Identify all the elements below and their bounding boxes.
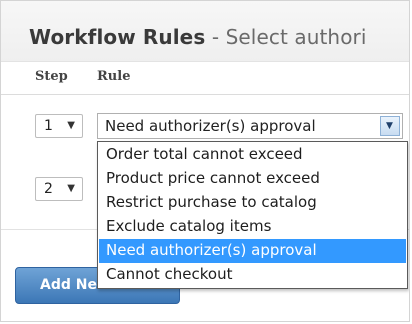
- step-select-row-1[interactable]: 1 ▼: [35, 114, 83, 138]
- rule-select-value: Need authorizer(s) approval: [105, 117, 316, 135]
- chevron-down-icon: ▼: [67, 120, 75, 131]
- rule-select-row-1[interactable]: Need authorizer(s) approval ▼: [97, 113, 403, 139]
- step-select-row-2[interactable]: 2 ▼: [35, 177, 83, 201]
- dropdown-option-need-approval[interactable]: Need authorizer(s) approval: [99, 239, 406, 263]
- column-header-rule: Rule: [97, 69, 131, 84]
- title-bar: Workflow Rules - Select authori: [1, 1, 409, 62]
- step-value: 2: [44, 181, 53, 197]
- title-subtitle: Select authori: [225, 25, 367, 49]
- dropdown-option-order-total[interactable]: Order total cannot exceed: [99, 143, 406, 167]
- step-value: 1: [44, 118, 53, 134]
- dropdown-toggle-button[interactable]: ▼: [380, 116, 400, 136]
- dropdown-option-exclude-items[interactable]: Exclude catalog items: [99, 215, 406, 239]
- rule-dropdown-list: Order total cannot exceed Product price …: [97, 141, 408, 289]
- dropdown-option-product-price[interactable]: Product price cannot exceed: [99, 167, 406, 191]
- page-title: Workflow Rules - Select authori: [29, 24, 367, 50]
- title-main: Workflow Rules: [29, 25, 206, 49]
- chevron-down-icon: ▼: [67, 183, 75, 194]
- title-separator: -: [205, 25, 226, 49]
- column-header-step: Step: [35, 69, 68, 84]
- chevron-down-icon: ▼: [386, 121, 393, 131]
- dropdown-option-restrict-catalog[interactable]: Restrict purchase to catalog: [99, 191, 406, 215]
- dropdown-option-cannot-checkout[interactable]: Cannot checkout: [99, 263, 406, 287]
- table-header: Step Rule: [1, 62, 409, 95]
- workflow-rules-panel: Workflow Rules - Select authori Step Rul…: [0, 0, 410, 322]
